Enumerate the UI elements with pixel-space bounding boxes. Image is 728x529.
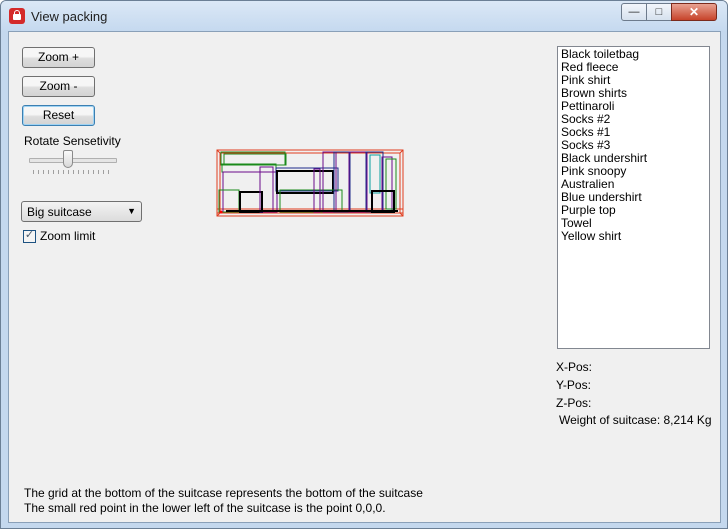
- packed-items: [218, 151, 398, 213]
- list-item[interactable]: Yellow shirt: [561, 230, 709, 243]
- client-area: Zoom + Zoom - Reset Rotate Sensetivity B…: [8, 31, 721, 523]
- zoom-limit-label: Zoom limit: [40, 229, 96, 243]
- origin-point: [219, 210, 223, 214]
- info-text-grid: The grid at the bottom of the suitcase r…: [24, 486, 423, 500]
- suitcase-outline: [216, 149, 404, 217]
- title-bar: View packing — □ ✕: [1, 1, 727, 31]
- maximize-button[interactable]: □: [646, 3, 672, 21]
- info-text-origin: The small red point in the lower left of…: [24, 501, 386, 515]
- app-window: View packing — □ ✕ Zoom + Zoom - Reset R…: [0, 0, 728, 529]
- suitcase-dropdown[interactable]: Big suitcase ▼: [21, 201, 142, 222]
- suitcase-3d-view[interactable]: [216, 149, 406, 219]
- close-button[interactable]: ✕: [671, 3, 717, 21]
- checkmark-icon: ✓: [24, 229, 35, 241]
- lock-icon: [9, 8, 25, 24]
- rotate-slider-thumb[interactable]: [62, 150, 73, 168]
- x-pos-label: X-Pos:: [556, 360, 593, 374]
- rotate-slider-track[interactable]: [29, 158, 117, 163]
- window-title: View packing: [31, 9, 108, 24]
- maximize-icon: □: [655, 6, 663, 18]
- zoom-limit-checkbox[interactable]: ✓: [23, 229, 36, 243]
- rotate-sensitivity-label: Rotate Sensetivity: [24, 134, 121, 148]
- close-icon: ✕: [688, 5, 700, 19]
- minimize-button[interactable]: —: [621, 3, 647, 21]
- y-pos-label: Y-Pos:: [556, 378, 591, 392]
- zoom-in-button[interactable]: Zoom +: [22, 47, 95, 68]
- suitcase-weight: Weight of suitcase: 8,214 Kg: [559, 413, 712, 427]
- suitcase-dropdown-value: Big suitcase: [27, 205, 92, 219]
- items-listbox[interactable]: Black toiletbag Red fleece Pink shirt Br…: [557, 46, 710, 349]
- z-pos-label: Z-Pos:: [556, 396, 592, 410]
- zoom-out-button[interactable]: Zoom -: [22, 76, 95, 97]
- slider-ticks: [33, 170, 113, 174]
- minimize-icon: —: [628, 6, 640, 18]
- reset-button[interactable]: Reset: [22, 105, 95, 126]
- chevron-down-icon: ▼: [127, 206, 136, 216]
